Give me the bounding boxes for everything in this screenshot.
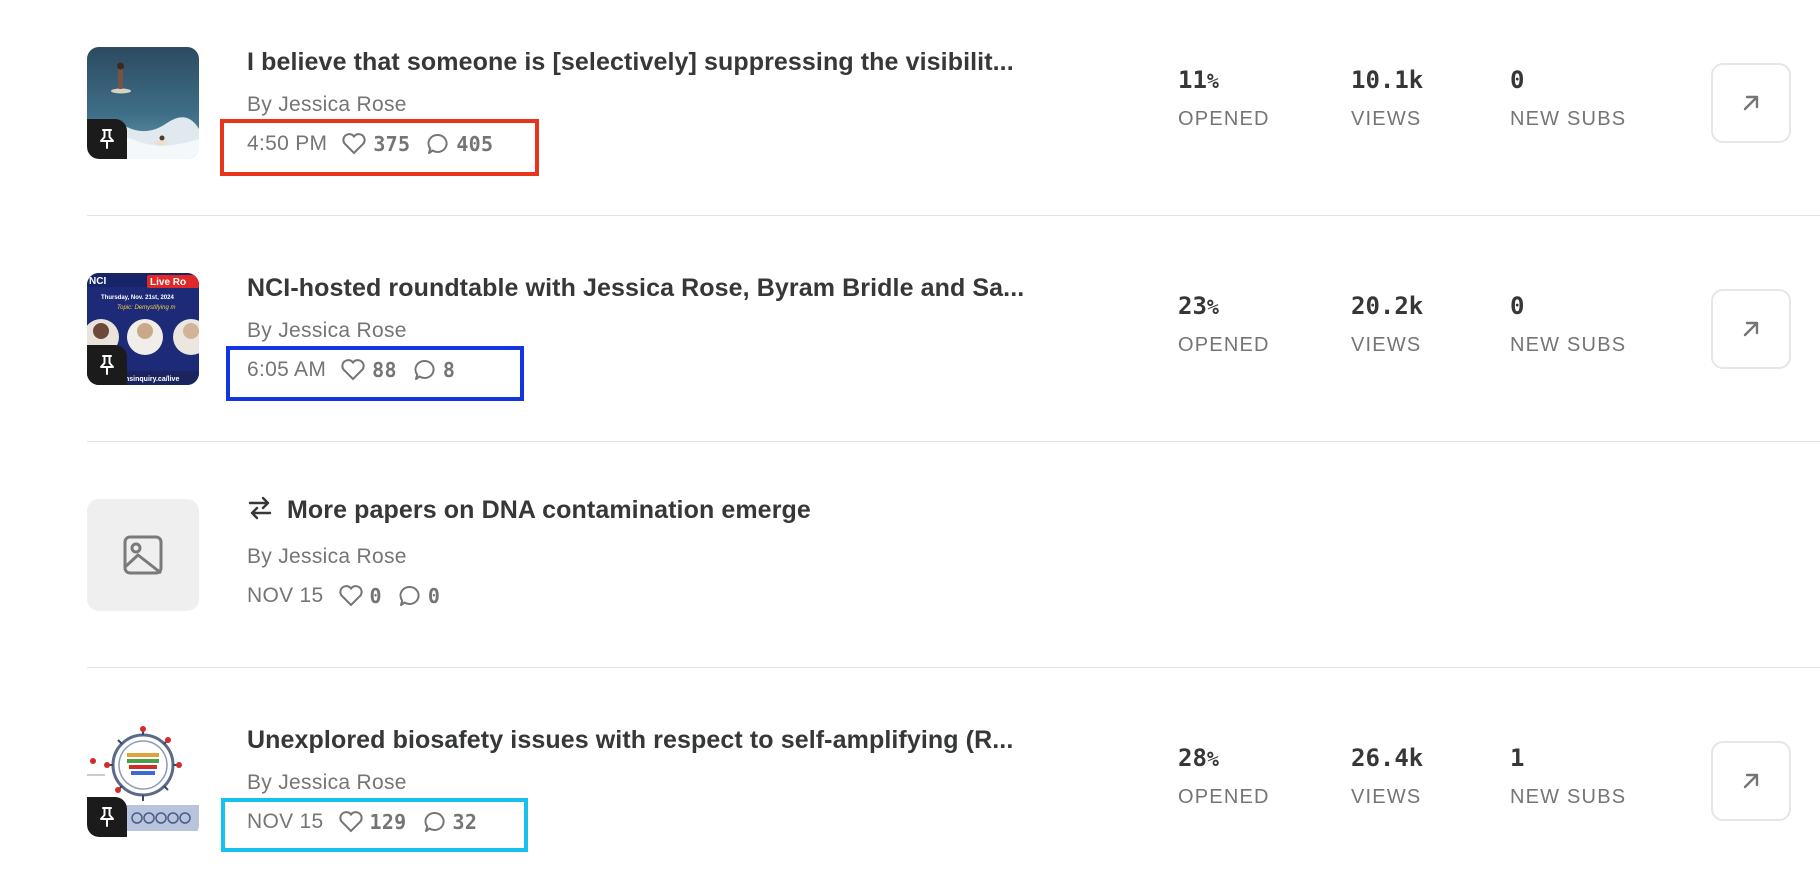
post-row-1[interactable]: I believe that someone is [selectively] … bbox=[87, 0, 1820, 226]
likes-count: 0 bbox=[369, 584, 382, 608]
opened-unit: % bbox=[1206, 295, 1219, 319]
highlight-box bbox=[226, 346, 524, 401]
restack-icon bbox=[247, 496, 273, 525]
thumb-live: Live Ro bbox=[150, 277, 186, 288]
opened-label: OPENED bbox=[1178, 108, 1270, 130]
views-label: VIEWS bbox=[1351, 334, 1422, 356]
post-meta: NOV 15 0 0 bbox=[247, 584, 456, 608]
opened-stat: 23% OPENED bbox=[1178, 292, 1270, 357]
image-placeholder-icon bbox=[87, 499, 199, 611]
post-thumbnail[interactable] bbox=[87, 725, 199, 837]
subs-stat: 0 NEW SUBS bbox=[1510, 66, 1626, 131]
comment-icon bbox=[398, 584, 422, 608]
opened-label: OPENED bbox=[1178, 786, 1270, 808]
post-row-3[interactable]: More papers on DNA contamination emerge … bbox=[87, 452, 1820, 678]
views-stat: 26.4k VIEWS bbox=[1351, 744, 1423, 809]
comments-count: 0 bbox=[427, 584, 441, 608]
post-thumbnail[interactable]: NCI Live Ro Thursday, Nov. 21st, 2024 To… bbox=[87, 273, 199, 385]
post-title[interactable]: More papers on DNA contamination emerge bbox=[287, 496, 811, 525]
post-byline: By Jessica Rose bbox=[247, 545, 407, 568]
opened-label: OPENED bbox=[1178, 334, 1270, 356]
arrow-up-right-icon bbox=[1743, 773, 1759, 789]
pin-icon bbox=[87, 345, 127, 385]
views-stat: 20.2k VIEWS bbox=[1351, 292, 1423, 357]
subs-value: 1 bbox=[1510, 744, 1525, 772]
post-byline: By Jessica Rose bbox=[247, 771, 407, 794]
subs-value: 0 bbox=[1510, 66, 1525, 94]
divider bbox=[87, 441, 1820, 442]
subs-label: NEW SUBS bbox=[1510, 334, 1627, 356]
arrow-up-right-icon bbox=[1743, 95, 1759, 111]
post-title-group: More papers on DNA contamination emerge bbox=[247, 496, 811, 525]
open-post-button[interactable] bbox=[1711, 63, 1791, 143]
open-post-button[interactable] bbox=[1711, 741, 1791, 821]
post-byline: By Jessica Rose bbox=[247, 319, 407, 342]
post-byline: By Jessica Rose bbox=[247, 93, 407, 116]
subs-stat: 1 NEW SUBS bbox=[1510, 744, 1626, 809]
post-title[interactable]: Unexplored biosafety issues with respect… bbox=[247, 726, 1013, 755]
thumb-url: nsinquiry.ca/live bbox=[125, 376, 179, 383]
opened-stat: 28% OPENED bbox=[1178, 744, 1270, 809]
open-post-button[interactable] bbox=[1711, 289, 1791, 369]
opened-unit: % bbox=[1206, 747, 1219, 771]
arrow-up-right-icon bbox=[1743, 321, 1759, 337]
divider bbox=[87, 667, 1820, 668]
subs-value: 0 bbox=[1510, 292, 1525, 320]
subs-stat: 0 NEW SUBS bbox=[1510, 292, 1626, 357]
opened-value: 23 bbox=[1178, 292, 1207, 320]
opened-value: 28 bbox=[1178, 744, 1207, 772]
post-title[interactable]: NCI-hosted roundtable with Jessica Rose,… bbox=[247, 274, 1024, 303]
post-thumbnail[interactable] bbox=[87, 499, 199, 611]
thumb-date: Thursday, Nov. 21st, 2024 bbox=[101, 295, 174, 301]
views-label: VIEWS bbox=[1351, 108, 1422, 130]
pin-icon bbox=[87, 797, 127, 837]
highlight-box bbox=[220, 119, 539, 176]
opened-stat: 11% OPENED bbox=[1178, 66, 1270, 131]
post-thumbnail[interactable] bbox=[87, 47, 199, 159]
heart-icon bbox=[338, 584, 364, 608]
post-title[interactable]: I believe that someone is [selectively] … bbox=[247, 48, 1014, 77]
views-value: 20.2k bbox=[1351, 292, 1424, 320]
thumb-brand: NCI bbox=[89, 276, 106, 287]
opened-unit: % bbox=[1206, 69, 1219, 93]
post-row-4[interactable]: Unexplored biosafety issues with respect… bbox=[87, 678, 1820, 870]
pin-icon bbox=[87, 119, 127, 159]
views-stat: 10.1k VIEWS bbox=[1351, 66, 1423, 131]
thumb-topic: Topic: Demystifying m bbox=[117, 305, 175, 311]
subs-label: NEW SUBS bbox=[1510, 786, 1627, 808]
opened-value: 11 bbox=[1178, 66, 1207, 94]
subs-label: NEW SUBS bbox=[1510, 108, 1627, 130]
views-label: VIEWS bbox=[1351, 786, 1422, 808]
post-row-2[interactable]: NCI Live Ro Thursday, Nov. 21st, 2024 To… bbox=[87, 226, 1820, 452]
post-time: NOV 15 bbox=[247, 584, 324, 607]
views-value: 10.1k bbox=[1351, 66, 1424, 94]
divider bbox=[87, 215, 1820, 216]
highlight-box bbox=[221, 798, 528, 852]
views-value: 26.4k bbox=[1351, 744, 1424, 772]
